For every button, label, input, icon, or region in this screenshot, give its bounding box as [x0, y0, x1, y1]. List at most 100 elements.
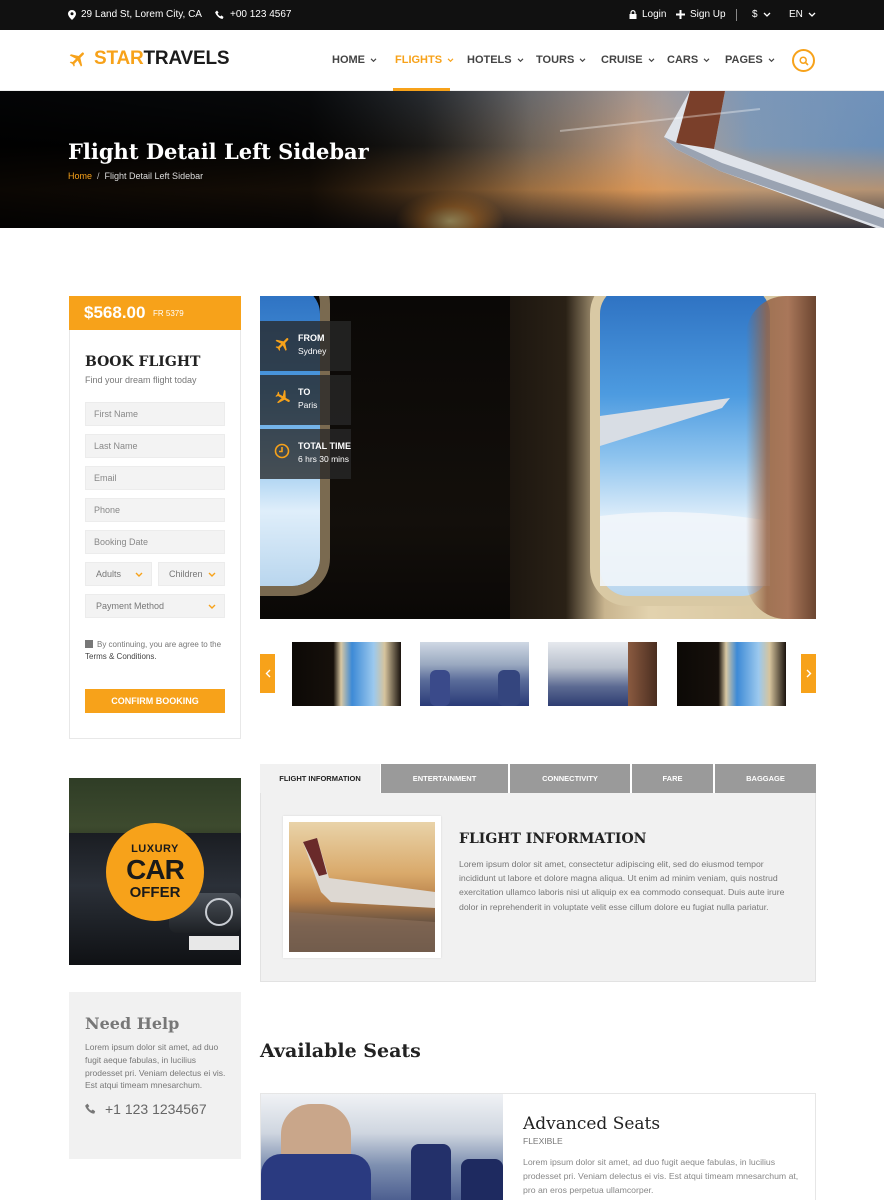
currency-label: $ [752, 9, 758, 20]
payment-label: Payment Method [96, 601, 165, 611]
booking-title: BOOK FLIGHT [85, 354, 201, 370]
flight-info-photo [283, 816, 441, 958]
logo-text: STARTRAVELS [94, 48, 230, 70]
booking-form: $568.00 FR 5379 BOOK FLIGHT Find your dr… [69, 296, 241, 739]
phone-icon [215, 10, 224, 19]
nav-cruise[interactable]: CRUISE [601, 54, 655, 66]
total-time-info: TOTAL TIME 6 hrs 30 mins [260, 429, 351, 479]
seat-image [261, 1094, 503, 1200]
nav-pages[interactable]: PAGES [725, 54, 775, 66]
tab-flight-information[interactable]: FLIGHT INFORMATION [260, 764, 380, 793]
nav-flights[interactable]: FLIGHTS [395, 54, 454, 66]
gallery-thumbnail[interactable] [420, 642, 529, 706]
gallery-thumbnail[interactable] [677, 642, 786, 706]
terms-checkbox[interactable] [85, 640, 93, 648]
tab-panel-flight-information: FLIGHT INFORMATION Lorem ipsum dolor sit… [260, 793, 816, 982]
search-icon [798, 55, 809, 66]
last-name-field[interactable]: Last Name [85, 434, 225, 458]
login-label: Login [642, 9, 667, 20]
total-time-label: TOTAL TIME [298, 441, 351, 451]
nav-label: FLIGHTS [395, 54, 443, 66]
ad-line-3: OFFER [129, 884, 181, 901]
signup-label: Sign Up [690, 9, 726, 20]
car-offer-ad[interactable]: LUXURY CAR OFFER [69, 778, 241, 965]
from-info: FROM Sydney [260, 321, 351, 371]
nav-cars[interactable]: CARS [667, 54, 710, 66]
search-button[interactable] [792, 49, 815, 72]
nav-label: PAGES [725, 54, 763, 66]
children-select[interactable]: Children [158, 562, 225, 586]
to-info: TO Paris [260, 375, 351, 425]
chevron-down-icon [208, 604, 216, 609]
help-phone-number: +1 123 1234567 [105, 1101, 207, 1117]
payment-method-select[interactable]: Payment Method [85, 594, 225, 618]
nav-label: HOTELS [467, 54, 512, 66]
to-label: TO [298, 387, 311, 397]
nav-tours[interactable]: TOURS [536, 54, 586, 66]
first-name-field[interactable]: First Name [85, 402, 225, 426]
total-time-value: 6 hrs 30 mins [298, 454, 350, 464]
language-select[interactable]: EN [789, 9, 816, 20]
nav-label: CARS [667, 54, 699, 66]
logo[interactable]: STARTRAVELS [68, 48, 230, 70]
signup-link[interactable]: Sign Up [676, 9, 726, 20]
gallery-thumbnail[interactable] [292, 642, 401, 706]
chevron-down-icon [579, 57, 586, 62]
breadcrumb-separator: / [97, 171, 100, 181]
need-help-box: Need Help Lorem ipsum dolor sit amet, ad… [69, 992, 241, 1159]
gallery-thumbnail[interactable] [548, 642, 657, 706]
plane-arrival-icon [275, 390, 290, 404]
email-field[interactable]: Email [85, 466, 225, 490]
chevron-down-icon [648, 57, 654, 62]
divider [736, 9, 737, 21]
address-info: 29 Land St, Lorem City, CA [68, 9, 202, 20]
booking-date-field[interactable]: Booking Date [85, 530, 225, 554]
breadcrumb: Home / Flight Detail Left Sidebar [68, 171, 203, 181]
chevron-down-icon [517, 57, 524, 62]
gallery-prev-button[interactable] [260, 654, 275, 693]
gallery-next-button[interactable] [801, 654, 816, 693]
tab-connectivity[interactable]: CONNECTIVITY [510, 764, 630, 793]
confirm-booking-button[interactable]: CONFIRM BOOKING [85, 689, 225, 713]
flight-code: FR 5379 [153, 309, 184, 318]
ad-line-2: CAR [126, 854, 185, 885]
terms-link[interactable]: Terms & Conditions. [85, 652, 157, 661]
adults-label: Adults [96, 569, 122, 579]
nav-label: CRUISE [601, 54, 643, 66]
phone-field[interactable]: Phone [85, 498, 225, 522]
chevron-down-icon [208, 572, 216, 577]
nav-hotels[interactable]: HOTELS [467, 54, 524, 66]
plane-departure-icon [275, 338, 289, 351]
tab-entertainment[interactable]: ENTERTAINMENT [381, 764, 508, 793]
chevron-down-icon [763, 12, 771, 17]
from-value: Sydney [298, 346, 327, 356]
flight-info-title: FLIGHT INFORMATION [459, 831, 647, 847]
help-text: Lorem ipsum dolor sit amet, ad duo fugit… [85, 1042, 226, 1091]
help-phone[interactable]: +1 123 1234567 [85, 1101, 207, 1117]
chevron-down-icon [703, 57, 710, 62]
breadcrumb-current: Flight Detail Left Sidebar [104, 171, 204, 181]
breadcrumb-home[interactable]: Home [68, 171, 92, 181]
phone-text: +00 123 4567 [230, 9, 292, 20]
nav-label: TOURS [536, 54, 575, 66]
help-title: Need Help [85, 1014, 180, 1033]
page-title: Flight Detail Left Sidebar [68, 139, 369, 164]
seat-card-text: Lorem ipsum dolor sit amet, ad duo fugit… [523, 1157, 799, 1196]
tab-baggage[interactable]: BAGGAGE [715, 764, 816, 793]
booking-subtitle: Find your dream flight today [85, 375, 197, 385]
tab-fare[interactable]: FARE [632, 764, 713, 793]
clock-icon [274, 443, 290, 459]
nav-home[interactable]: HOME [332, 54, 377, 66]
adults-select[interactable]: Adults [85, 562, 152, 586]
chevron-down-icon [370, 57, 377, 62]
login-link[interactable]: Login [629, 9, 666, 20]
address-text: 29 Land St, Lorem City, CA [81, 9, 202, 20]
terms-text: By continuing, you are agree to the [97, 640, 222, 649]
flight-price: $568.00 [84, 303, 146, 322]
map-pin-icon [68, 9, 76, 20]
plus-icon [676, 10, 685, 19]
terms-agreement: By continuing, you are agree to the Term… [85, 639, 230, 663]
logo-part-star: STAR [94, 48, 144, 69]
currency-select[interactable]: $ [752, 9, 771, 20]
phone-info[interactable]: +00 123 4567 [215, 9, 291, 20]
